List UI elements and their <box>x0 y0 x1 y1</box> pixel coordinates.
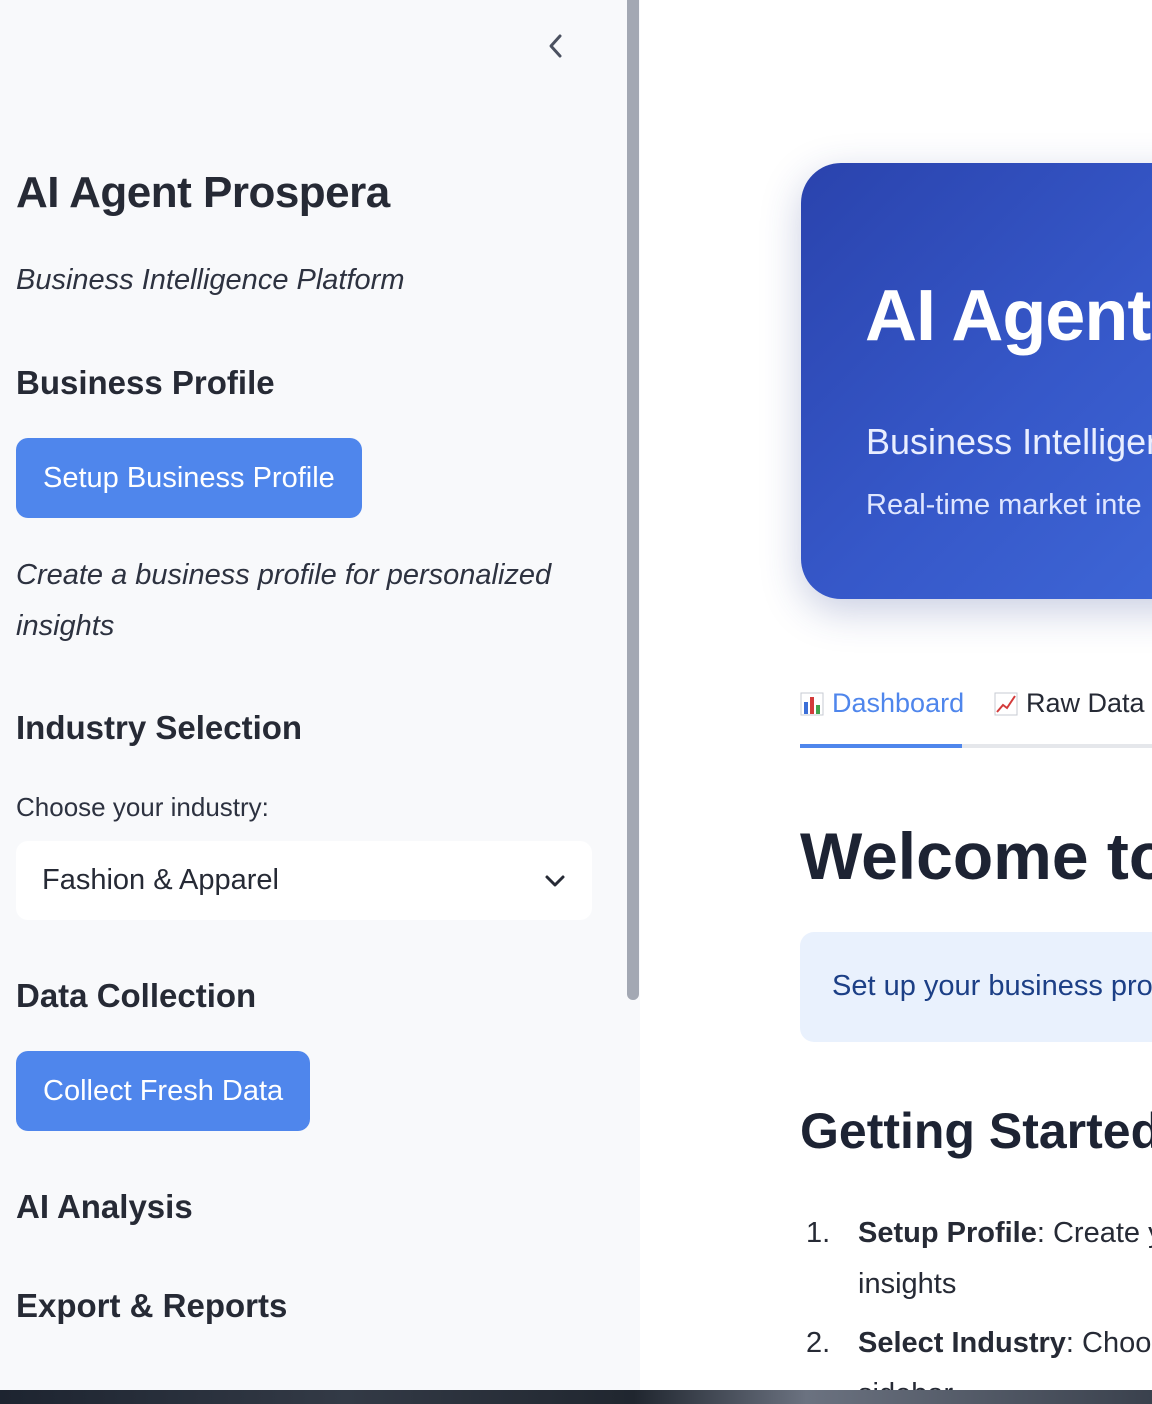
step-continuation: sidebar <box>858 1378 953 1390</box>
business-profile-heading: Business Profile <box>16 364 275 401</box>
chevron-down-icon <box>545 875 565 886</box>
hero-tagline: Real-time market inte <box>866 489 1142 521</box>
info-alert-text: Set up your business pro <box>832 970 1152 1002</box>
bar-chart-icon <box>800 692 824 715</box>
step-text: : Create y <box>1036 1217 1152 1249</box>
industry-select-value: Fashion & Apparel <box>42 864 279 896</box>
sidebar-title: AI Agent Prospera <box>16 168 390 217</box>
tab-dashboard[interactable]: Dashboard <box>800 688 964 719</box>
getting-started-heading: Getting Started <box>800 1103 1152 1159</box>
ai-analysis-heading: AI Analysis <box>16 1188 193 1225</box>
main-content: AI Agent Business Intelliger Real-time m… <box>640 0 1152 1390</box>
step-number: 1. <box>806 1217 831 1249</box>
data-collection-heading: Data Collection <box>16 977 257 1014</box>
step-text: : Choos <box>1065 1327 1152 1359</box>
collect-fresh-data-button[interactable]: Collect Fresh Data <box>16 1051 311 1131</box>
step-continuation: insights <box>858 1268 957 1300</box>
step-title: Setup Profile <box>858 1217 1037 1249</box>
tab-raw-data-label: Raw Data <box>1026 688 1145 718</box>
industry-select[interactable]: Fashion & Apparel <box>16 841 592 920</box>
tab-bar: Dashboard Raw Data <box>800 680 1152 748</box>
info-alert: Set up your business pro <box>800 932 1152 1042</box>
industry-selection-heading: Industry Selection <box>16 709 303 746</box>
sidebar: AI Agent Prospera Business Intelligence … <box>0 0 640 1390</box>
hero-title: AI Agent <box>865 276 1151 356</box>
hero-banner: AI Agent Business Intelliger Real-time m… <box>801 163 1152 599</box>
export-reports-heading: Export & Reports <box>16 1287 288 1324</box>
desktop-background-strip <box>0 1390 1152 1404</box>
line-chart-icon <box>994 692 1018 715</box>
sidebar-subtitle: Business Intelligence Platform <box>16 264 405 296</box>
setup-business-profile-button[interactable]: Setup Business Profile <box>16 438 362 518</box>
welcome-heading: Welcome to <box>800 819 1152 893</box>
getting-started-list: 1. Setup Profile: Create y insights 2. S… <box>806 1208 1152 1390</box>
tab-raw-data[interactable]: Raw Data <box>994 688 1145 719</box>
tab-dashboard-label: Dashboard <box>832 688 965 718</box>
list-item: 1. Setup Profile: Create y insights <box>806 1208 1152 1310</box>
hero-subtitle: Business Intelliger <box>866 421 1152 462</box>
industry-select-label: Choose your industry: <box>16 792 269 822</box>
collapse-sidebar-button[interactable] <box>540 30 572 62</box>
business-profile-note: Create a business profile for personaliz… <box>16 559 552 642</box>
list-item: 2. Select Industry: Choos sidebar <box>806 1318 1152 1390</box>
step-title: Select Industry <box>858 1327 1066 1359</box>
chevron-left-icon <box>549 34 562 58</box>
sidebar-scrollbar[interactable] <box>627 0 639 1000</box>
active-tab-indicator <box>800 744 962 748</box>
step-number: 2. <box>806 1327 831 1359</box>
